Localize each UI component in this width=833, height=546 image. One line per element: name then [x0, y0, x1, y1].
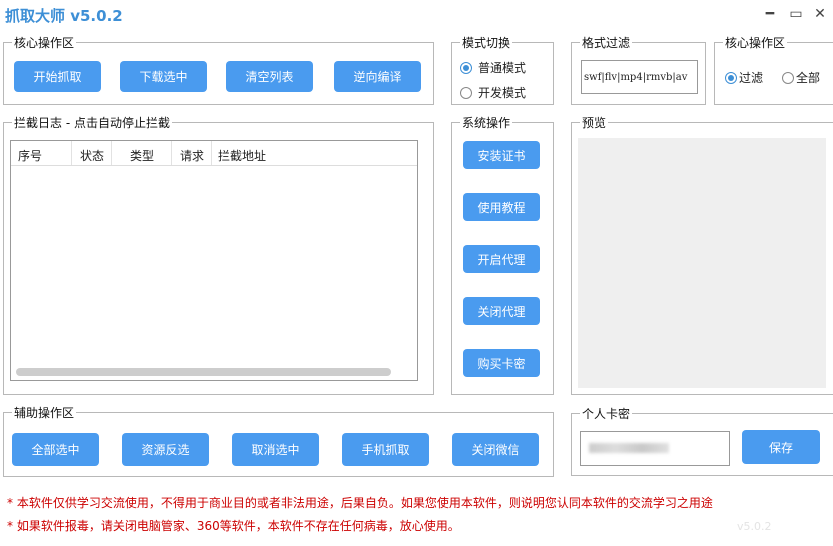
preview-area: [578, 138, 826, 388]
normal-mode-radio[interactable]: 普通模式: [460, 59, 526, 76]
select-all-button[interactable]: 全部选中: [12, 433, 99, 466]
decompile-button[interactable]: 逆向编译: [334, 61, 421, 92]
list-header: 序号 状态 类型 请求 拦截地址: [11, 141, 417, 166]
radio-checked-icon: [725, 71, 737, 84]
column-request[interactable]: 请求: [180, 147, 204, 164]
radio-label: 全部: [796, 71, 821, 85]
deselect-button[interactable]: 取消选中: [232, 433, 319, 466]
mobile-capture-button[interactable]: 手机抓取: [342, 433, 429, 466]
group-legend: 核心操作区: [723, 34, 788, 51]
format-filter-input[interactable]: swf|flv|mp4|rmvb|av: [581, 60, 698, 94]
version-label: v5.0.2: [737, 520, 772, 533]
intercept-list[interactable]: 序号 状态 类型 请求 拦截地址: [10, 140, 418, 381]
column-url[interactable]: 拦截地址: [218, 147, 266, 164]
close-button[interactable]: ✕: [810, 6, 830, 22]
card-key-input[interactable]: [580, 431, 730, 466]
clear-list-button[interactable]: 清空列表: [226, 61, 313, 92]
radio-checked-icon: [460, 61, 472, 74]
radio-unchecked-icon: [460, 86, 472, 99]
group-legend: 个人卡密: [580, 405, 633, 422]
horizontal-scrollbar[interactable]: [16, 368, 391, 376]
install-cert-button[interactable]: 安装证书: [463, 141, 540, 169]
group-legend: 模式切换: [460, 34, 513, 51]
disclaimer-note: * 本软件仅供学习交流使用，不得用于商业目的或者非法用途，后果自负。如果您使用本…: [7, 496, 713, 510]
buy-card-button[interactable]: 购买卡密: [463, 349, 540, 377]
group-legend: 核心操作区: [12, 34, 77, 51]
group-legend: 辅助操作区: [12, 404, 77, 421]
minimize-button[interactable]: ━: [760, 6, 780, 22]
radio-label: 普通模式: [478, 61, 527, 75]
download-selected-button[interactable]: 下载选中: [120, 61, 207, 92]
group-legend: 预览: [580, 114, 609, 131]
group-legend: 格式过滤: [580, 34, 633, 51]
start-capture-button[interactable]: 开始抓取: [14, 61, 101, 92]
column-status[interactable]: 状态: [80, 147, 104, 164]
dev-mode-radio[interactable]: 开发模式: [460, 84, 526, 101]
blurred-card-key: [589, 443, 669, 453]
disable-proxy-button[interactable]: 关闭代理: [463, 297, 540, 325]
radio-label: 开发模式: [478, 86, 527, 100]
column-type[interactable]: 类型: [130, 147, 154, 164]
app-title: 抓取大师 v5.0.2: [5, 7, 123, 25]
invert-selection-button[interactable]: 资源反选: [122, 433, 209, 466]
enable-proxy-button[interactable]: 开启代理: [463, 245, 540, 273]
antivirus-note: * 如果软件报毒，请关闭电脑管家、360等软件，本软件不存在任何病毒，放心使用。: [7, 519, 460, 533]
group-legend[interactable]: 拦截日志 - 点击自动停止拦截: [12, 114, 172, 131]
save-button[interactable]: 保存: [742, 430, 820, 464]
maximize-button[interactable]: ▭: [786, 6, 806, 22]
radio-label: 过滤: [739, 71, 764, 85]
close-wechat-button[interactable]: 关闭微信: [452, 433, 539, 466]
tutorial-button[interactable]: 使用教程: [463, 193, 540, 221]
all-radio[interactable]: 全部: [782, 69, 820, 86]
radio-unchecked-icon: [782, 71, 794, 84]
filter-radio[interactable]: 过滤: [725, 69, 763, 86]
column-index[interactable]: 序号: [18, 147, 42, 164]
group-legend: 系统操作: [460, 114, 513, 131]
